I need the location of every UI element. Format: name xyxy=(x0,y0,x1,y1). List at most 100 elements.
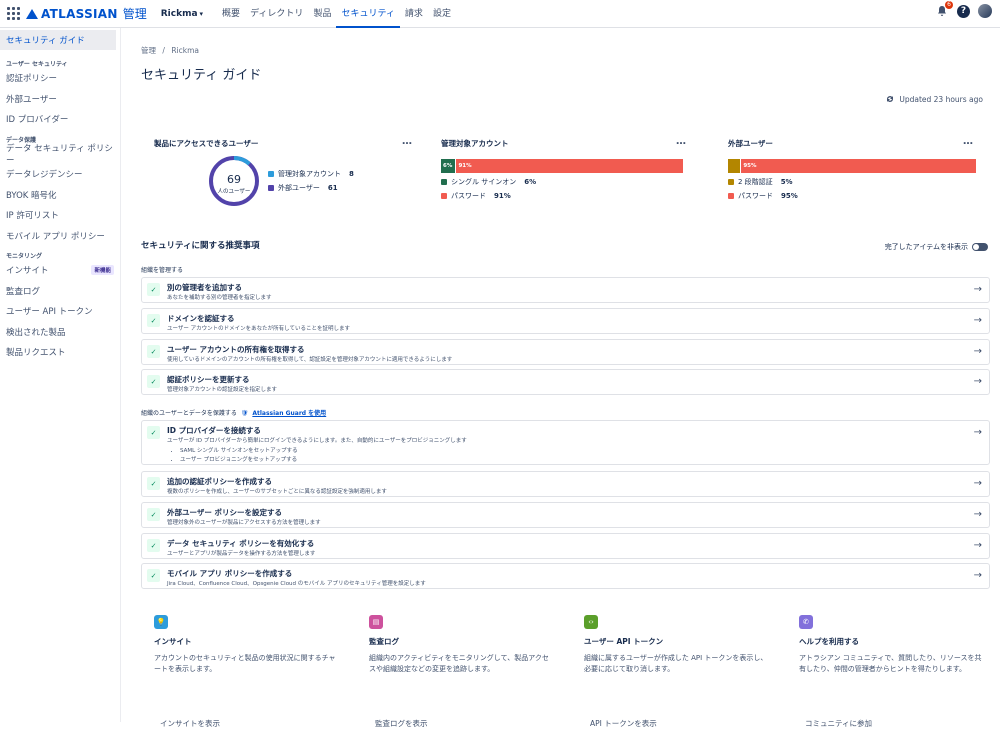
atlassian-logo[interactable]: ATLASSIAN 管理 xyxy=(26,5,147,22)
rec-desc: ユーザー アカウントのドメインをあなたが所有していることを証明します xyxy=(167,326,350,332)
rec-verify-domain[interactable]: ✓ ドメインを認証する ユーザー アカウントのドメインをあなたが所有していること… xyxy=(141,308,990,334)
atlassian-guard-link[interactable]: Atlassian Guard を使用 xyxy=(252,410,326,417)
sidebar-item-data-security-policy[interactable]: データ セキュリティ ポリシー xyxy=(0,144,120,166)
help-icon[interactable]: ? xyxy=(957,4,970,18)
tile-title: インサイト xyxy=(154,637,192,646)
tile-audit-log: ▤ 監査ログ 組織内のアクティビティをモニタリングして、製品アクセスや組織設定な… xyxy=(369,615,569,728)
rec-data-security-policy[interactable]: ✓ データ セキュリティ ポリシーを有効化する ユーザーとアプリが製品データを操… xyxy=(141,533,990,559)
sidebar-item-insights[interactable]: インサイト 新機能 xyxy=(0,260,120,281)
legend-swatch xyxy=(441,179,447,185)
sidebar-item-auth-policy[interactable]: 認証ポリシー xyxy=(0,68,120,89)
tile-desc: アトラシアン コミュニティで、質問したり、リソースを共有したり、仲間の管理者から… xyxy=(799,654,982,673)
app-name: 管理 xyxy=(122,7,147,21)
card-managed-accounts: 管理対象アカウント … 6% 91% シングル サインオン 6% パスワード 9… xyxy=(441,136,691,203)
avatar[interactable] xyxy=(978,4,992,18)
rec-title: モバイル アプリ ポリシーを作成する xyxy=(167,569,293,578)
log-icon: ▤ xyxy=(369,615,383,629)
sidebar-item-byok[interactable]: BYOK 暗号化 xyxy=(0,185,120,206)
legend-swatch xyxy=(728,193,734,199)
join-community-link[interactable]: コミュニティに参加 xyxy=(805,718,872,729)
rec-add-admin[interactable]: ✓ 別の管理者を追加する あなたを補助する別の管理者を指定します → xyxy=(141,277,990,303)
sidebar-item-discovered-products[interactable]: 検出された製品 xyxy=(0,322,120,343)
sidebar-item-external-users[interactable]: 外部ユーザー xyxy=(0,89,120,110)
check-icon: ✓ xyxy=(147,569,160,582)
rec-claim-accounts[interactable]: ✓ ユーザー アカウントの所有権を取得する 使用しているドメインのアカウントの所… xyxy=(141,339,990,365)
rec-title: 追加の認証ポリシーを作成する xyxy=(167,477,272,486)
shield-icon: 🛡 xyxy=(240,410,249,417)
new-badge: 新機能 xyxy=(91,265,114,276)
sidebar-item-ip-allowlist[interactable]: IP 許可リスト xyxy=(0,205,120,226)
nav-products[interactable]: 製品 xyxy=(308,0,336,28)
card-title: 外部ユーザー xyxy=(728,139,773,148)
nav-settings[interactable]: 設定 xyxy=(428,0,456,28)
sidebar-item-security-guide[interactable]: セキュリティ ガイド xyxy=(0,30,116,50)
rec-desc: Jira Cloud、Confluence Cloud、Opsgenie Clo… xyxy=(167,581,426,587)
sidebar: セキュリティ ガイド ユーザー セキュリティ 認証ポリシー 外部ユーザー ID … xyxy=(0,28,121,722)
view-api-tokens-link[interactable]: API トークンを表示 xyxy=(590,718,657,729)
rec-mobile-app-policy[interactable]: ✓ モバイル アプリ ポリシーを作成する Jira Cloud、Confluen… xyxy=(141,563,990,589)
app-switcher-icon[interactable] xyxy=(6,7,20,21)
nav-overview[interactable]: 概要 xyxy=(217,0,245,28)
card-external-users: 外部ユーザー … 95% 2 段階認証 5% パスワード 95% xyxy=(728,136,978,203)
bar-segment-sso: 6% xyxy=(441,159,456,173)
sidebar-item-product-requests[interactable]: 製品リクエスト xyxy=(0,342,120,363)
check-icon: ✓ xyxy=(147,539,160,552)
breadcrumb: 管理 / Rickma xyxy=(141,46,199,55)
brand-name: ATLASSIAN xyxy=(41,6,118,21)
more-icon[interactable]: … xyxy=(963,136,974,147)
total-users-label: 人のユーザー xyxy=(217,189,251,195)
external-bar: 95% xyxy=(728,159,976,173)
rec-title: ユーザー アカウントの所有権を取得する xyxy=(167,345,305,354)
tile-desc: 組織内のアクティビティをモニタリングして、製品アクセスや組織設定などの変更を追跡… xyxy=(369,654,549,673)
legend-password: パスワード 95% xyxy=(728,189,978,203)
view-audit-log-link[interactable]: 監査ログを表示 xyxy=(375,718,428,729)
rec-title: ID プロバイダーを接続する xyxy=(167,426,261,435)
rec-update-auth-policy[interactable]: ✓ 認証ポリシーを更新する 管理対象アカウントの認証設定を指定します → xyxy=(141,369,990,395)
main-content: 管理 / Rickma セキュリティ ガイド Updated 23 hours … xyxy=(141,28,991,728)
rec-external-user-policy[interactable]: ✓ 外部ユーザー ポリシーを設定する 管理対象外のユーザーが製品にアクセスする方… xyxy=(141,502,990,528)
sidebar-item-data-residency[interactable]: データレジデンシー xyxy=(0,164,120,185)
sidebar-item-id-provider[interactable]: ID プロバイダー xyxy=(0,109,120,130)
arrow-right-icon: → xyxy=(973,509,982,520)
more-icon[interactable]: … xyxy=(402,136,413,147)
view-insights-link[interactable]: インサイトを表示 xyxy=(160,718,220,729)
rec-desc: あなたを補助する別の管理者を指定します xyxy=(167,295,272,301)
toggle-switch[interactable] xyxy=(972,243,988,251)
code-icon: ‹› xyxy=(584,615,598,629)
list-item: ユーザー プロビジョニングをセットアップする xyxy=(180,455,298,464)
rec-title: 認証ポリシーを更新する xyxy=(167,375,250,384)
bar-segment-2fa xyxy=(728,159,741,173)
notifications-button[interactable]: 6 xyxy=(935,1,953,18)
tile-help: ✆ ヘルプを利用する アトラシアン コミュニティで、質問したり、リソースを共有し… xyxy=(799,615,999,728)
breadcrumb-admin[interactable]: 管理 xyxy=(141,46,156,55)
check-icon: ✓ xyxy=(147,314,160,327)
legend-swatch xyxy=(728,179,734,185)
arrow-right-icon: → xyxy=(973,427,982,438)
nav-billing[interactable]: 請求 xyxy=(400,0,428,28)
rec-desc: 複数のポリシーを作成し、ユーザーのサブセットごとに異なる認証設定を強制適用します xyxy=(167,489,387,495)
check-icon: ✓ xyxy=(147,426,160,439)
sidebar-item-audit-log[interactable]: 監査ログ xyxy=(0,281,120,302)
card-title: 管理対象アカウント xyxy=(441,139,509,148)
check-icon: ✓ xyxy=(147,508,160,521)
breadcrumb-org[interactable]: Rickma xyxy=(171,46,199,55)
tile-desc: アカウントのセキュリティと製品の使用状況に関するチャートを表示します。 xyxy=(154,654,336,673)
sidebar-item-api-tokens[interactable]: ユーザー API トークン xyxy=(0,301,120,322)
tile-desc: 組織に属するユーザーが作成した API トークンを表示し、必要に応じて取り消しま… xyxy=(584,654,768,673)
more-icon[interactable]: … xyxy=(676,136,687,147)
sidebar-heading-monitoring: モニタリング xyxy=(6,253,43,260)
managed-bar: 6% 91% xyxy=(441,159,683,173)
refresh-icon[interactable] xyxy=(885,94,895,104)
org-switcher[interactable]: Rickma ▾ xyxy=(161,9,203,19)
rec-connect-idp[interactable]: ✓ ID プロバイダーを接続する ユーザーが ID プロバイダーから簡単にログイ… xyxy=(141,420,990,465)
atlassian-triangle-icon xyxy=(26,8,38,19)
hide-completed-toggle[interactable]: 完了したアイテムを非表示 xyxy=(885,242,988,252)
legend-external: 外部ユーザー 61 xyxy=(268,181,354,195)
rec-additional-auth-policy[interactable]: ✓ 追加の認証ポリシーを作成する 複数のポリシーを作成し、ユーザーのサブセットご… xyxy=(141,471,990,497)
nav-security[interactable]: セキュリティ xyxy=(336,0,400,28)
arrow-right-icon: → xyxy=(973,315,982,326)
sidebar-item-mobile-app-policy[interactable]: モバイル アプリ ポリシー xyxy=(0,226,120,247)
nav-directory[interactable]: ディレクトリ xyxy=(245,0,308,28)
check-icon: ✓ xyxy=(147,477,160,490)
legend-2fa: 2 段階認証 5% xyxy=(728,175,978,189)
